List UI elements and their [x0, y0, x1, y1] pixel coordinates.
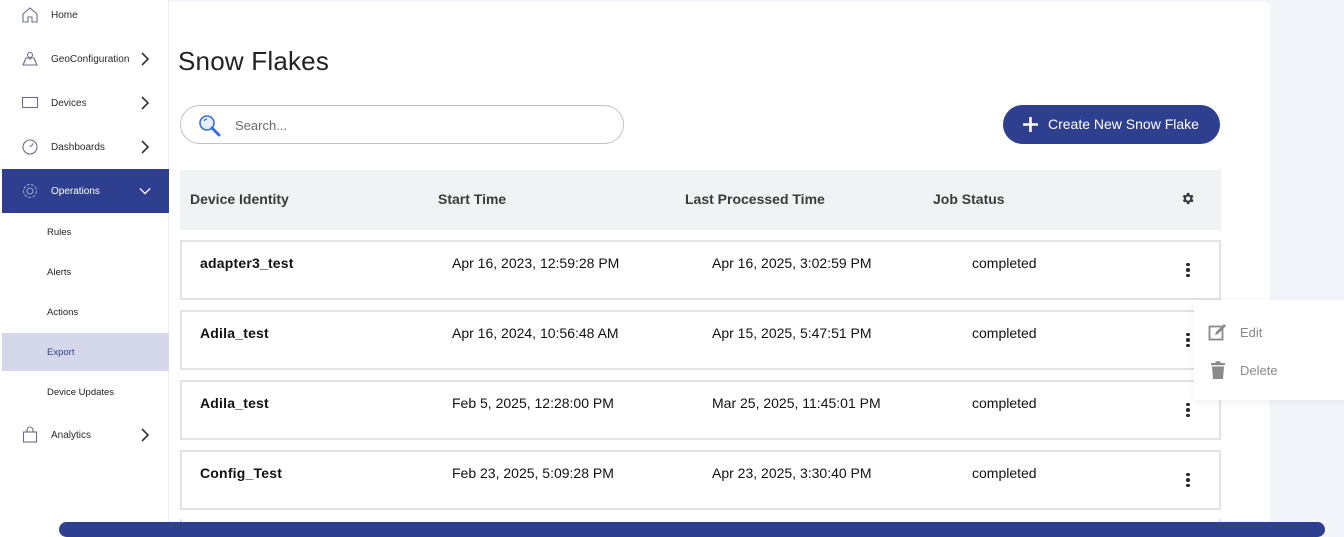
- trash-icon: [1208, 360, 1228, 380]
- sidebar-item-label: Operations: [51, 185, 100, 197]
- cell-job-status: completed: [972, 325, 1037, 341]
- table-header: Device Identity Start Time Last Processe…: [180, 170, 1221, 230]
- cell-device-identity: Adila_test: [200, 395, 269, 411]
- table-row[interactable]: adapter3_test Apr 16, 2023, 12:59:28 PM …: [180, 240, 1221, 300]
- more-options-icon[interactable]: [1182, 470, 1194, 490]
- sidebar-item-label: GeoConfiguration: [51, 53, 130, 65]
- map-icon: [20, 49, 40, 69]
- cell-job-status: completed: [972, 395, 1037, 411]
- cell-device-identity: adapter3_test: [200, 255, 294, 271]
- table-row[interactable]: Config_Test Feb 23, 2025, 5:09:28 PM Apr…: [180, 450, 1221, 510]
- cell-device-identity: Config_Test: [200, 465, 283, 481]
- sidebar-item-home[interactable]: Home: [2, 0, 169, 37]
- chevron-right-icon: [139, 52, 151, 66]
- more-options-icon[interactable]: [1182, 400, 1194, 420]
- gear-icon[interactable]: [1180, 191, 1195, 206]
- sidebar-subitem-device-updates[interactable]: Device Updates: [2, 373, 169, 411]
- sidebar-subitem-export[interactable]: Export: [2, 333, 169, 371]
- horizontal-scrollbar[interactable]: [59, 522, 1325, 537]
- gear-outline-icon: [20, 181, 40, 201]
- sidebar-subitem-rules[interactable]: Rules: [2, 213, 169, 251]
- menu-item-edit-label: Edit: [1240, 324, 1263, 340]
- sidebar: Home GeoConfiguration Devices Dashboards: [0, 0, 169, 537]
- search-box[interactable]: [180, 105, 624, 144]
- home-icon: [20, 5, 40, 25]
- column-header-job-status[interactable]: Job Status: [933, 191, 1005, 207]
- chevron-down-icon: [139, 184, 151, 198]
- sidebar-item-label: Analytics: [51, 429, 92, 441]
- cell-job-status: completed: [972, 465, 1037, 481]
- create-snow-flake-button[interactable]: Create New Snow Flake: [1003, 105, 1220, 144]
- speedometer-icon: [20, 137, 40, 157]
- chevron-right-icon: [139, 96, 151, 110]
- sidebar-item-geoconfiguration[interactable]: GeoConfiguration: [2, 37, 169, 81]
- table-row[interactable]: Adila_test Feb 5, 2025, 12:28:00 PM Mar …: [180, 380, 1221, 440]
- more-options-icon[interactable]: [1182, 260, 1194, 280]
- sidebar-item-dashboards[interactable]: Dashboards: [2, 125, 169, 169]
- menu-item-delete[interactable]: Delete: [1208, 358, 1278, 382]
- cell-job-status: completed: [972, 255, 1037, 271]
- sidebar-subitem-alerts[interactable]: Alerts: [2, 253, 169, 291]
- plus-icon: [1022, 116, 1039, 133]
- sidebar-item-label: Devices: [51, 97, 87, 109]
- menu-item-edit[interactable]: Edit: [1208, 320, 1262, 344]
- menu-item-delete-label: Delete: [1240, 362, 1278, 378]
- table-row[interactable]: Adila_test Apr 16, 2024, 10:56:48 AM Apr…: [180, 310, 1221, 370]
- cell-last-processed-time: Mar 25, 2025, 11:45:01 PM: [712, 395, 881, 411]
- sidebar-subitem-actions[interactable]: Actions: [2, 293, 169, 331]
- sidebar-item-analytics[interactable]: Analytics: [2, 413, 169, 457]
- cell-device-identity: Adila_test: [200, 325, 269, 341]
- edit-icon: [1208, 322, 1228, 342]
- chevron-right-icon: [139, 140, 151, 154]
- more-options-icon[interactable]: [1182, 330, 1194, 350]
- cell-last-processed-time: Apr 16, 2025, 3:02:59 PM: [712, 255, 872, 271]
- shopping-bag-icon: [20, 425, 40, 445]
- sidebar-item-operations[interactable]: Operations: [2, 169, 169, 213]
- column-header-device-identity[interactable]: Device Identity: [190, 191, 289, 207]
- row-context-menu: Edit Delete: [1194, 300, 1344, 400]
- chevron-right-icon: [139, 428, 151, 442]
- monitor-icon: [20, 93, 40, 113]
- sidebar-item-label: Dashboards: [51, 141, 105, 153]
- search-icon: [197, 113, 223, 139]
- cell-start-time: Feb 23, 2025, 5:09:28 PM: [452, 465, 614, 481]
- page-title: Snow Flakes: [178, 46, 330, 76]
- cell-last-processed-time: Apr 15, 2025, 5:47:51 PM: [712, 325, 872, 341]
- cell-start-time: Apr 16, 2023, 12:59:28 PM: [452, 255, 620, 271]
- column-header-start-time[interactable]: Start Time: [438, 191, 506, 207]
- search-input[interactable]: [235, 114, 605, 136]
- create-button-label: Create New Snow Flake: [1048, 116, 1199, 132]
- cell-last-processed-time: Apr 23, 2025, 3:30:40 PM: [712, 465, 872, 481]
- sidebar-item-label: Home: [51, 9, 78, 21]
- cell-start-time: Feb 5, 2025, 12:28:00 PM: [452, 395, 614, 411]
- column-header-last-processed-time[interactable]: Last Processed Time: [685, 191, 825, 207]
- sidebar-item-devices[interactable]: Devices: [2, 81, 169, 125]
- cell-start-time: Apr 16, 2024, 10:56:48 AM: [452, 325, 619, 341]
